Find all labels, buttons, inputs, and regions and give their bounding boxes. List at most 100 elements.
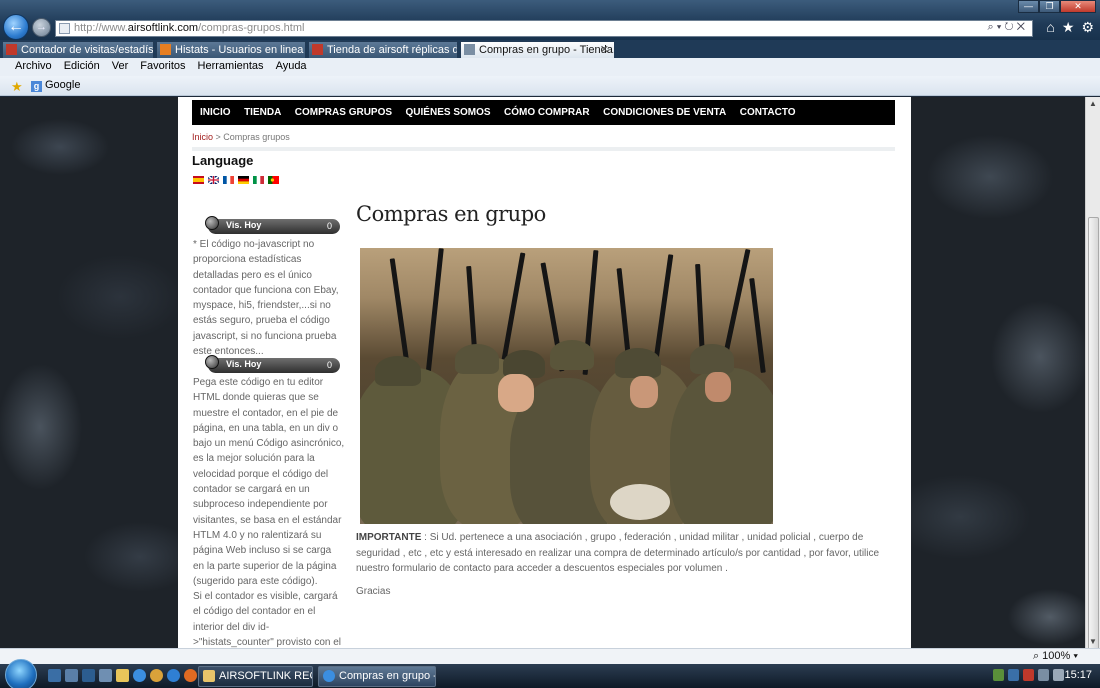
tab-histats[interactable]: Histats - Usuarios en linea > W... bbox=[156, 41, 306, 58]
menu-archivo[interactable]: Archivo bbox=[9, 58, 58, 76]
minimize-button[interactable]: — bbox=[1018, 0, 1039, 13]
internet-explorer-icon[interactable] bbox=[133, 669, 146, 682]
taskbar-compras[interactable]: Compras en grupo -... bbox=[318, 666, 436, 687]
tab-compras-active[interactable]: Compras en grupo - Tienda... ✕ bbox=[460, 41, 615, 58]
close-button[interactable]: ✕ bbox=[1060, 0, 1096, 13]
menu-favoritos[interactable]: Favoritos bbox=[134, 58, 191, 76]
google-icon: g bbox=[31, 81, 42, 92]
explorer-icon[interactable] bbox=[82, 669, 95, 682]
scroll-thumb[interactable] bbox=[1088, 217, 1099, 669]
forward-button[interactable]: → bbox=[32, 18, 51, 37]
zoom-icon: ⌕ bbox=[1032, 650, 1043, 662]
flag-de-icon[interactable] bbox=[238, 176, 249, 184]
soldiers-photo bbox=[360, 248, 773, 524]
network-icon[interactable] bbox=[1038, 669, 1049, 681]
back-button[interactable]: ← bbox=[3, 14, 29, 40]
sidebar-text-2: Pega este código en tu editor HTML donde… bbox=[193, 377, 345, 648]
arrow-right-icon: → bbox=[36, 21, 47, 33]
zoom-level[interactable]: ⌕ 100% ▾ bbox=[1033, 650, 1078, 663]
page-title: Compras en grupo bbox=[356, 202, 546, 226]
tab-contador[interactable]: Contador de visitas/estadística... bbox=[2, 41, 154, 58]
favorite-google[interactable]: g Google bbox=[31, 79, 80, 92]
favicon-icon bbox=[464, 44, 475, 55]
url-text[interactable]: http://www.airsoftlink.com/compras-grupo… bbox=[74, 22, 304, 34]
flag-fr-icon[interactable] bbox=[223, 176, 234, 184]
tray-app-icon[interactable] bbox=[1023, 669, 1034, 681]
status-bar: ⌕ 100% ▾ bbox=[0, 648, 1100, 664]
window-controls: — ❐ ✕ bbox=[1018, 0, 1096, 13]
counter-value: 0 bbox=[326, 360, 332, 370]
address-tools: ⌕▾↻✕ bbox=[988, 21, 1028, 34]
mail-icon bbox=[203, 670, 215, 682]
tab-tienda[interactable]: Tienda de airsoft réplicas de air... bbox=[308, 41, 458, 58]
ie-icon[interactable] bbox=[167, 669, 180, 682]
switch-windows-icon[interactable] bbox=[65, 669, 78, 682]
divider bbox=[192, 147, 895, 151]
scroll-down-icon[interactable]: ▼ bbox=[1089, 637, 1097, 646]
tray-app-icon[interactable] bbox=[1008, 669, 1019, 681]
vertical-scrollbar[interactable]: ▲ ▼ bbox=[1085, 97, 1100, 669]
tray-app-icon[interactable] bbox=[993, 669, 1004, 681]
counter-knob-icon bbox=[205, 216, 219, 230]
scroll-up-icon[interactable]: ▲ bbox=[1089, 99, 1097, 108]
app-icon[interactable] bbox=[99, 669, 112, 682]
show-desktop-icon[interactable] bbox=[48, 669, 61, 682]
page-icon bbox=[59, 23, 70, 34]
breadcrumb-separator: > bbox=[213, 132, 224, 142]
breadcrumb-current: Compras grupos bbox=[223, 132, 290, 142]
visit-counter-1[interactable]: Vis. Hoy 0 bbox=[205, 216, 340, 234]
home-icon[interactable]: ⌂ bbox=[1046, 19, 1054, 36]
favorites-star-icon[interactable]: ★ bbox=[1062, 19, 1075, 36]
address-bar[interactable]: http://www.airsoftlink.com/compras-grupo… bbox=[55, 20, 1033, 37]
counter-value: 0 bbox=[326, 221, 332, 231]
nav-contacto[interactable]: CONTACTO bbox=[734, 100, 803, 125]
nav-quienes-somos[interactable]: QUIÉNES SOMOS bbox=[400, 100, 499, 125]
page-content: INICIO TIENDA COMPRAS GRUPOS QUIÉNES SOM… bbox=[178, 97, 911, 648]
flag-it-icon[interactable] bbox=[253, 176, 264, 184]
add-favorite-icon[interactable]: ★ bbox=[11, 79, 23, 95]
language-flags bbox=[193, 176, 279, 184]
restore-button[interactable]: ❐ bbox=[1039, 0, 1060, 13]
menu-bar: Archivo Edición Ver Favoritos Herramient… bbox=[0, 58, 1100, 76]
thanks-text: Gracias bbox=[356, 586, 391, 597]
menu-ayuda[interactable]: Ayuda bbox=[270, 58, 313, 76]
breadcrumb: Inicio > Compras grupos bbox=[192, 132, 290, 142]
folder-icon[interactable] bbox=[116, 669, 129, 682]
counter-knob-icon bbox=[205, 355, 219, 369]
refresh-icon[interactable]: ↻ bbox=[1004, 21, 1016, 33]
flag-es-icon[interactable] bbox=[193, 176, 204, 184]
chrome-icon[interactable] bbox=[150, 669, 163, 682]
browser-titlebar: ← → http://www.airsoftlink.com/compras-g… bbox=[0, 0, 1100, 40]
menu-ver[interactable]: Ver bbox=[106, 58, 135, 76]
important-notice: IMPORTANTE : Si Ud. pertenece a una asoc… bbox=[356, 532, 880, 574]
favicon-icon bbox=[312, 44, 323, 55]
page-viewport: INICIO TIENDA COMPRAS GRUPOS QUIÉNES SOM… bbox=[0, 97, 1085, 648]
tab-bar: Contador de visitas/estadística... Hista… bbox=[0, 40, 1100, 58]
flag-pt-icon[interactable] bbox=[268, 176, 279, 184]
taskbar-airsoftlink[interactable]: AIRSOFTLINK RECIB... bbox=[198, 666, 313, 687]
menu-edicion[interactable]: Edición bbox=[58, 58, 106, 76]
nav-inicio[interactable]: INICIO bbox=[194, 100, 238, 125]
breadcrumb-home-link[interactable]: Inicio bbox=[192, 132, 213, 142]
browser-toolbar-icons: ⌂ ★ ⚙ bbox=[1046, 19, 1094, 36]
nav-tienda[interactable]: TIENDA bbox=[238, 100, 289, 125]
arrow-left-icon: ← bbox=[8, 18, 24, 35]
stop-icon[interactable]: ✕ bbox=[1017, 21, 1028, 33]
visit-counter-2[interactable]: Vis. Hoy 0 bbox=[205, 355, 340, 373]
clock[interactable]: 15:17 bbox=[1064, 669, 1092, 681]
gear-icon[interactable]: ⚙ bbox=[1081, 19, 1094, 36]
flag-en-icon[interactable] bbox=[208, 176, 219, 184]
tab-close-icon[interactable]: ✕ bbox=[600, 43, 609, 56]
sidebar-text-1: * El código no-javascript no proporciona… bbox=[193, 239, 339, 358]
menu-herramientas[interactable]: Herramientas bbox=[192, 58, 270, 76]
start-button[interactable] bbox=[5, 659, 37, 688]
search-icon[interactable]: ⌕ bbox=[988, 21, 997, 33]
volume-icon[interactable] bbox=[1053, 669, 1064, 681]
nav-condiciones-venta[interactable]: CONDICIONES DE VENTA bbox=[597, 100, 734, 125]
nav-como-comprar[interactable]: CÓMO COMPRAR bbox=[498, 100, 597, 125]
language-title: Language bbox=[192, 153, 254, 168]
counter-label: Vis. Hoy bbox=[226, 220, 262, 230]
nav-compras-grupos[interactable]: COMPRAS GRUPOS bbox=[289, 100, 400, 125]
favorites-bar: ★ g Google bbox=[0, 76, 1100, 96]
firefox-icon[interactable] bbox=[184, 669, 197, 682]
